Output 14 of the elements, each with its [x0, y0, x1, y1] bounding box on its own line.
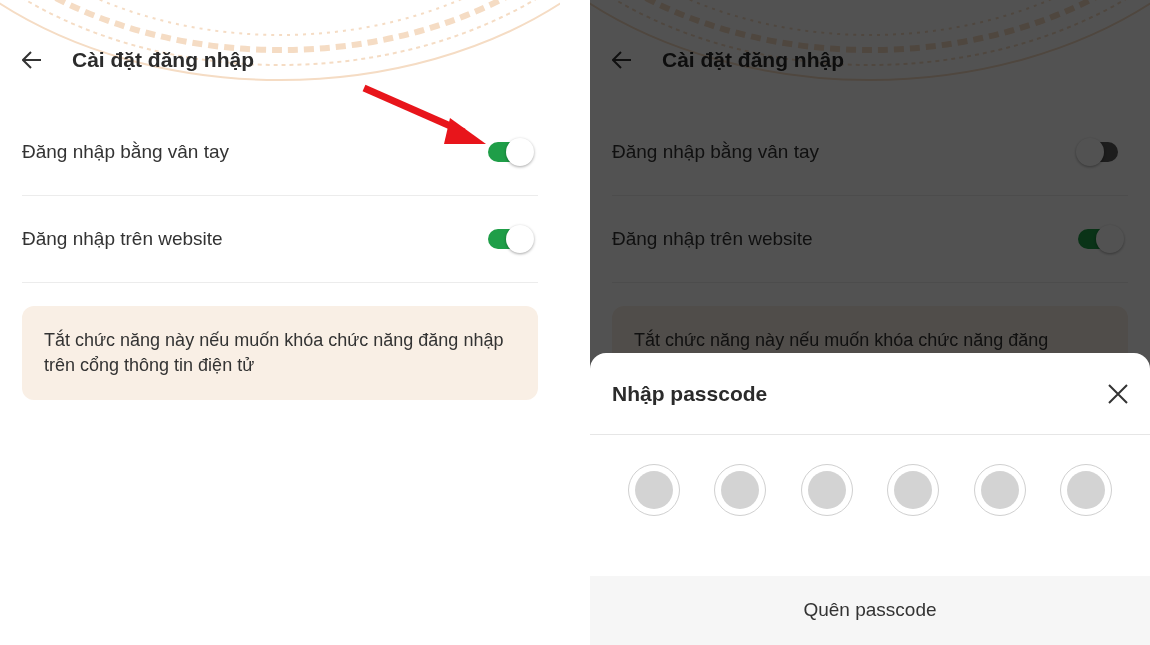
setting-label: Đăng nhập bằng vân tay — [612, 139, 820, 164]
toggle-switch[interactable] — [1076, 225, 1124, 253]
forgot-passcode-button[interactable]: Quên passcode — [590, 576, 1150, 645]
back-arrow-icon[interactable] — [22, 51, 42, 69]
page-title: Cài đặt đăng nhập — [662, 47, 844, 74]
setting-label: Đăng nhập trên website — [612, 226, 813, 251]
info-note: Tắt chức năng này nếu muốn khóa chức năng đăng nhập trên cổng thông tin điện tử — [22, 306, 538, 400]
sheet-title: Nhập passcode — [612, 380, 768, 407]
setting-label: Đăng nhập bằng vân tay — [22, 139, 230, 164]
toggle-switch[interactable] — [486, 225, 534, 253]
toggle-switch[interactable] — [486, 138, 534, 166]
close-icon[interactable] — [1108, 383, 1128, 404]
page-title: Cài đặt đăng nhập — [72, 47, 254, 74]
setting-label: Đăng nhập trên website — [22, 226, 223, 251]
